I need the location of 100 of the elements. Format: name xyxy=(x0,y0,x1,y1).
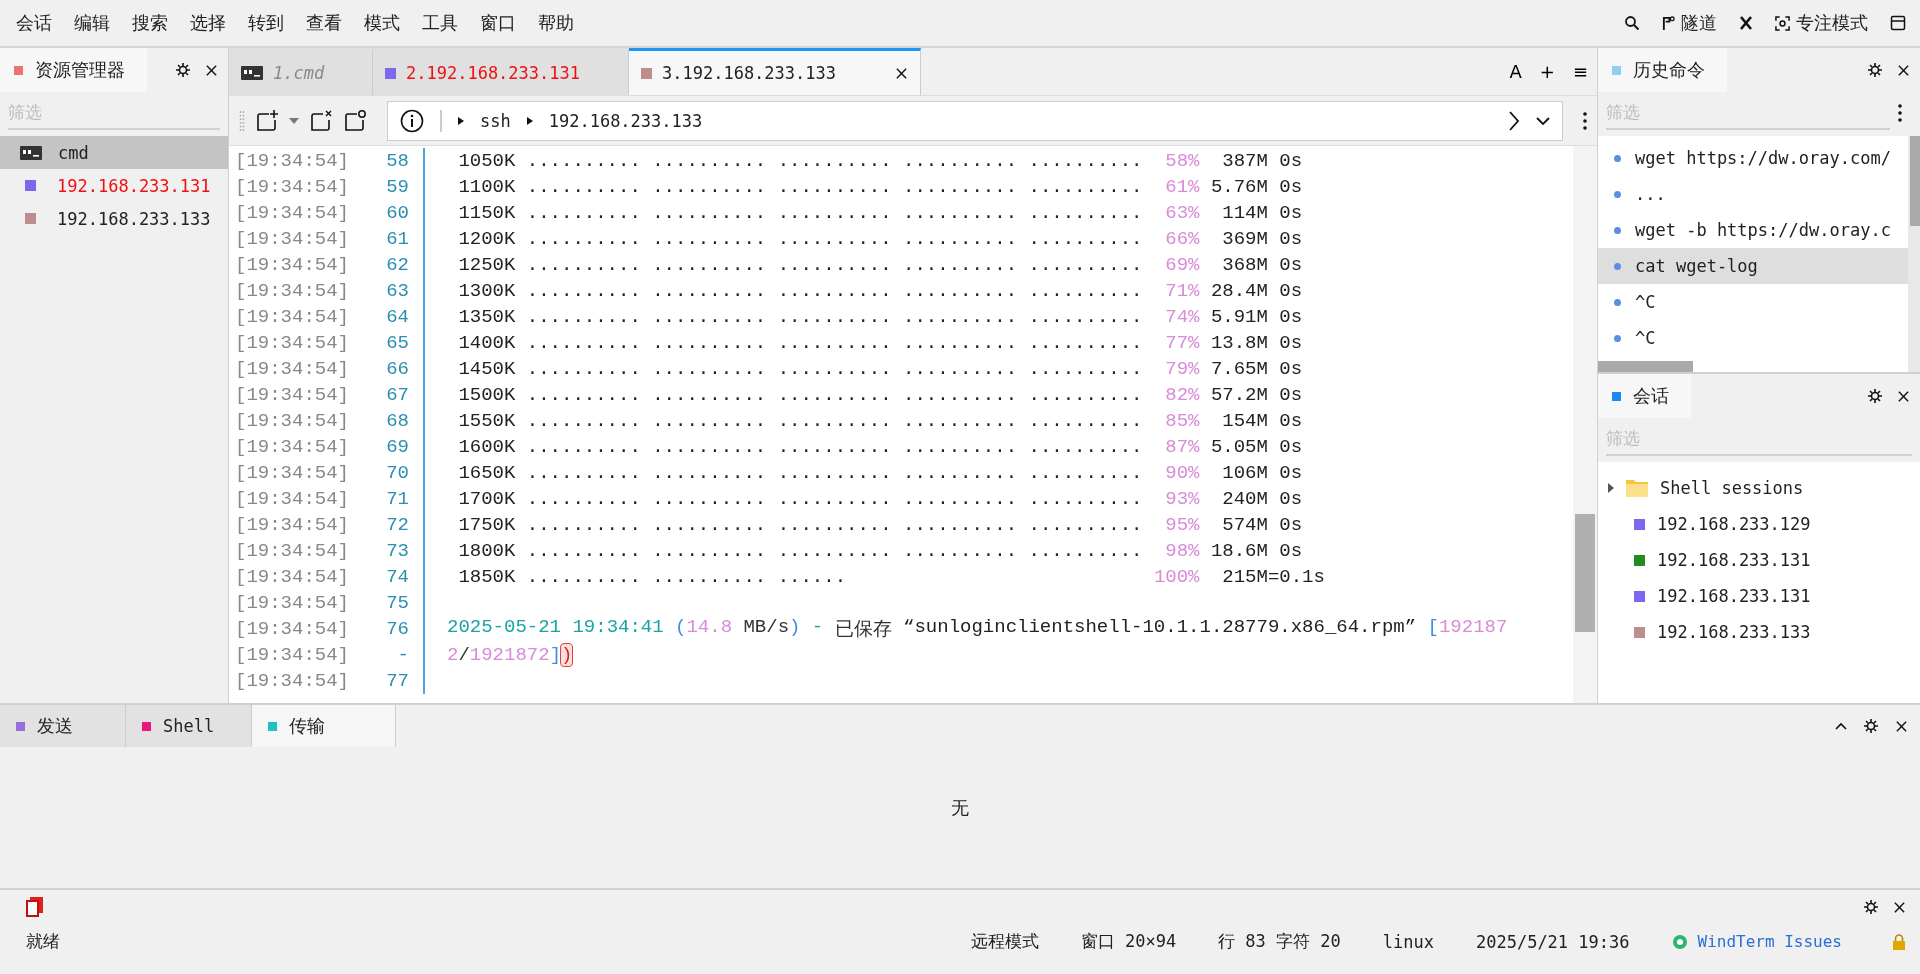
settings-icon[interactable] xyxy=(1863,899,1879,915)
terminal-text: ) xyxy=(561,644,573,666)
scrollbar[interactable] xyxy=(1598,361,1693,372)
menu-item[interactable]: 编辑 xyxy=(74,11,110,35)
explorer-item[interactable]: 192.168.233.133 xyxy=(0,202,228,235)
panel-tab[interactable]: 发送 xyxy=(0,705,126,747)
explorer-item[interactable]: cmd xyxy=(0,136,228,169)
expand-arrow-icon[interactable] xyxy=(1608,483,1614,493)
explorer-item[interactable]: 192.168.233.131 xyxy=(0,169,228,202)
line-number: 75 xyxy=(385,592,409,614)
close-icon[interactable] xyxy=(895,66,908,80)
close-icon[interactable] xyxy=(1897,389,1910,403)
session-folder[interactable]: Shell sessions xyxy=(1598,470,1920,506)
close-icon[interactable] xyxy=(1897,63,1910,77)
host-crumb[interactable]: 192.168.233.133 xyxy=(548,110,703,131)
terminal-text: 14.8 xyxy=(686,616,733,640)
timestamp: [19:34:54] xyxy=(234,384,351,406)
panel-tab[interactable]: 会话 xyxy=(1598,374,1691,418)
close-tab-icon[interactable] xyxy=(309,108,333,133)
settings-icon[interactable] xyxy=(1863,718,1879,734)
history-item[interactable]: cat wget-log xyxy=(1598,248,1908,284)
tab-action-button[interactable]: A xyxy=(1500,48,1531,95)
percent-text: 95% xyxy=(1164,514,1200,536)
eta-text: 0s xyxy=(1279,514,1303,536)
session-item[interactable]: 192.168.233.131 xyxy=(1598,542,1920,578)
status-text: 就绪 xyxy=(26,930,60,953)
panel-tab[interactable]: Shell xyxy=(126,705,252,747)
history-item[interactable]: ^C xyxy=(1598,284,1908,320)
more-icon[interactable] xyxy=(1583,110,1587,131)
focus-mode-button[interactable]: 专注模式 xyxy=(1775,11,1868,35)
issues-link[interactable]: WindTerm Issues xyxy=(1697,932,1842,951)
duplicate-tab-icon[interactable] xyxy=(343,108,367,133)
chevron-right-icon[interactable] xyxy=(1508,110,1520,131)
line-number: 61 xyxy=(385,228,409,250)
collapse-icon[interactable] xyxy=(1835,722,1847,730)
session-tab[interactable]: 3.192.168.233.133 xyxy=(629,48,921,95)
panel-tab[interactable]: 资源管理器 xyxy=(0,48,147,92)
timestamp: [19:34:54] xyxy=(234,332,351,354)
chat-icon[interactable] xyxy=(1671,933,1688,950)
eta-text: 0s xyxy=(1279,332,1303,354)
close-icon[interactable] xyxy=(1893,900,1906,914)
settings-icon[interactable] xyxy=(175,62,191,78)
menu-item[interactable]: 搜索 xyxy=(132,11,168,35)
document-icon[interactable] xyxy=(26,897,44,917)
x-icon[interactable] xyxy=(1739,16,1753,30)
line-number: - xyxy=(396,644,409,666)
tunnel-button[interactable]: 隧道 xyxy=(1662,11,1717,35)
scrollbar[interactable] xyxy=(1908,136,1920,372)
history-item[interactable]: ^C xyxy=(1598,320,1908,356)
session-item[interactable]: 192.168.233.129 xyxy=(1598,506,1920,542)
tab-label: 1.cmd xyxy=(273,63,325,83)
menu-item[interactable]: 模式 xyxy=(364,11,400,35)
focus-icon xyxy=(1775,15,1790,31)
tab-action-button[interactable]: + xyxy=(1530,48,1564,95)
history-item[interactable]: ... xyxy=(1598,176,1908,212)
search-icon[interactable] xyxy=(1624,15,1640,31)
info-icon[interactable] xyxy=(400,108,424,133)
history-item[interactable]: wget -b https://dw.oray.c xyxy=(1598,212,1908,248)
progress-dots: .......... .......... .......... .......... .......... xyxy=(526,410,1144,432)
line-number: 59 xyxy=(385,176,409,198)
timestamp: [19:34:54] xyxy=(234,618,351,640)
chevron-down-icon[interactable] xyxy=(1536,116,1550,125)
speed-text: 106M xyxy=(1221,462,1268,484)
terminal-text: 1300K xyxy=(457,280,516,302)
address-bar[interactable]: ssh 192.168.233.133 xyxy=(387,100,1563,141)
session-item[interactable]: 192.168.233.131 xyxy=(1598,578,1920,614)
new-tab-icon[interactable] xyxy=(255,108,279,133)
history-item[interactable]: wget https://dw.oray.com/ xyxy=(1598,140,1908,176)
menu-item[interactable]: 窗口 xyxy=(480,11,516,35)
eta-text: 0s xyxy=(1279,540,1303,562)
timestamp: [19:34:54] xyxy=(234,540,351,562)
menu-item[interactable]: 选择 xyxy=(190,11,226,35)
panel-tab[interactable]: 传输 xyxy=(252,705,396,747)
close-icon[interactable] xyxy=(205,63,218,77)
lock-icon[interactable] xyxy=(1892,933,1906,950)
session-item[interactable]: 192.168.233.133 xyxy=(1598,614,1920,650)
tab-action-button[interactable]: ≡ xyxy=(1563,48,1597,95)
settings-icon[interactable] xyxy=(1867,388,1883,404)
menu-item[interactable]: 工具 xyxy=(422,11,458,35)
percent-text: 61% xyxy=(1164,176,1200,198)
menu-item[interactable]: 会话 xyxy=(16,11,52,35)
more-icon[interactable] xyxy=(1898,103,1902,123)
eta-text: 0s xyxy=(1279,462,1303,484)
panel-tab[interactable]: 历史命令 xyxy=(1598,48,1727,92)
close-icon[interactable] xyxy=(1895,719,1908,733)
settings-icon[interactable] xyxy=(1867,62,1883,78)
line-number: 64 xyxy=(385,306,409,328)
terminal-text: ) xyxy=(789,616,801,640)
protocol-crumb[interactable]: ssh xyxy=(480,110,511,131)
caret-icon[interactable] xyxy=(289,117,299,124)
eta-text: 0s xyxy=(1279,202,1303,224)
menu-item[interactable]: 转到 xyxy=(248,11,284,35)
window-icon[interactable] xyxy=(1890,15,1906,31)
menu-item[interactable]: 帮助 xyxy=(538,11,574,35)
menu-item[interactable]: 查看 xyxy=(306,11,342,35)
line-number: 60 xyxy=(385,202,409,224)
progress-dots: .......... .......... .......... .......... .......... xyxy=(526,488,1144,510)
scrollbar[interactable] xyxy=(1573,146,1597,703)
terminal-text: 1400K xyxy=(457,332,516,354)
drag-handle-icon[interactable] xyxy=(239,109,245,132)
